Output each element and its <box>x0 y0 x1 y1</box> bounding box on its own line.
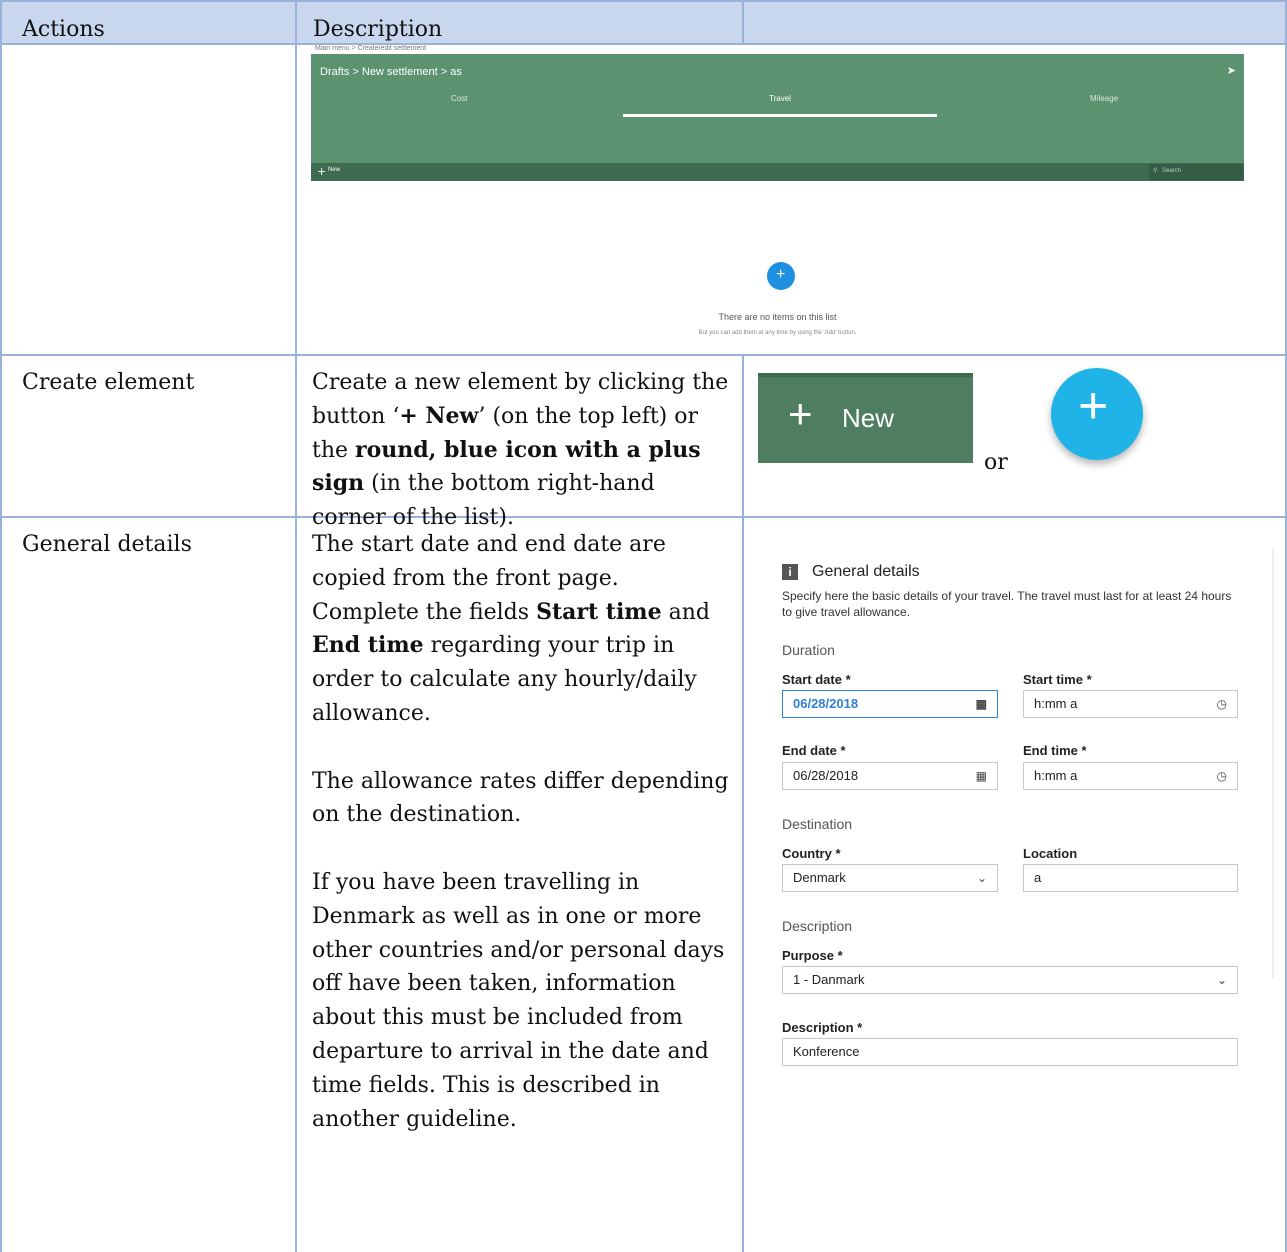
description-label: Description * <box>782 1020 863 1035</box>
section-duration: Duration <box>782 642 835 658</box>
calendar-icon[interactable]: ▦ <box>976 691 987 717</box>
toolbar: + New ⚲ Search <box>311 163 1244 181</box>
description-input[interactable]: Konference <box>782 1038 1238 1066</box>
calendar-icon[interactable]: ▦ <box>976 763 987 789</box>
start-date-label: Start date * <box>782 672 851 687</box>
empty-subtitle: But you can add them at any time by usin… <box>698 330 857 336</box>
active-tab-indicator <box>623 114 937 117</box>
create-element-description: Create a new element by clicking the but… <box>312 370 729 531</box>
tab-cost[interactable]: Cost <box>451 94 467 103</box>
end-date-input[interactable]: 06/28/2018 ▦ <box>782 762 998 790</box>
info-icon: i <box>782 564 798 580</box>
form-title: General details <box>812 563 920 580</box>
search-icon: ⚲ <box>1153 168 1158 174</box>
purpose-label: Purpose * <box>782 948 843 963</box>
end-time-label: End time * <box>1023 743 1087 758</box>
section-destination: Destination <box>782 816 853 832</box>
general-details-form: i General details Specify here the basic… <box>770 548 1274 1148</box>
table-rule <box>0 0 2 1252</box>
plus-icon: + <box>788 390 813 437</box>
plus-icon: + <box>776 266 786 283</box>
form-intro: Specify here the basic details of your t… <box>782 589 1232 619</box>
chevron-down-icon: ⌄ <box>976 871 987 885</box>
app-header-bar: Drafts > New settlement > as ➤ Cost Trav… <box>311 54 1244 164</box>
start-date-input[interactable]: 06/28/2018 ▦ <box>782 690 998 718</box>
breadcrumb[interactable]: Drafts > New settlement > as <box>320 66 462 78</box>
send-icon[interactable]: ➤ <box>1227 64 1236 77</box>
table-rule <box>0 354 1287 356</box>
table-rule <box>742 0 744 44</box>
scrollbar[interactable] <box>1272 548 1274 978</box>
tab-travel[interactable]: Travel <box>769 94 791 103</box>
header-actions: Actions <box>22 17 105 42</box>
add-fab-example[interactable]: + <box>1051 368 1143 460</box>
table-rule <box>742 354 744 1252</box>
action-create-element: Create element <box>22 370 195 395</box>
start-time-label: Start time * <box>1023 672 1092 687</box>
section-description: Description <box>782 918 853 934</box>
tab-mileage[interactable]: Mileage <box>1090 94 1118 103</box>
general-details-description: The start date and end date are copied f… <box>312 532 729 1132</box>
new-button-example[interactable]: + New <box>758 373 973 463</box>
top-breadcrumb: Main menu > Create/edit settlement <box>315 45 427 52</box>
table-header <box>0 0 1287 43</box>
table-rule <box>0 0 1287 2</box>
settlement-screenshot: Main menu > Create/edit settlement Draft… <box>311 45 1244 353</box>
empty-title: There are no items on this list <box>718 312 837 322</box>
search-box[interactable]: ⚲ Search <box>1149 164 1243 180</box>
start-time-input[interactable]: h:mm a ◷ <box>1023 690 1238 718</box>
end-date-label: End date * <box>782 743 846 758</box>
header-description: Description <box>313 17 443 42</box>
chevron-down-icon: ⌄ <box>1216 973 1227 987</box>
end-time-input[interactable]: h:mm a ◷ <box>1023 762 1238 790</box>
new-button-label: New <box>842 403 895 433</box>
table-rule <box>295 0 297 1252</box>
new-button-small[interactable]: New <box>328 167 340 173</box>
plus-icon[interactable]: + <box>317 165 326 178</box>
plus-icon: + <box>1078 377 1109 435</box>
purpose-select[interactable]: 1 - Danmark ⌄ <box>782 966 1238 994</box>
search-input: Search <box>1162 168 1182 174</box>
clock-icon[interactable]: ◷ <box>1217 691 1227 717</box>
location-label: Location <box>1023 846 1078 861</box>
location-input[interactable]: a <box>1023 864 1238 892</box>
action-general-details: General details <box>22 532 192 557</box>
add-fab-small[interactable]: + <box>767 262 795 290</box>
country-label: Country * <box>782 846 841 861</box>
clock-icon[interactable]: ◷ <box>1217 763 1227 789</box>
country-select[interactable]: Denmark ⌄ <box>782 864 998 892</box>
or-text: or <box>984 450 1008 475</box>
